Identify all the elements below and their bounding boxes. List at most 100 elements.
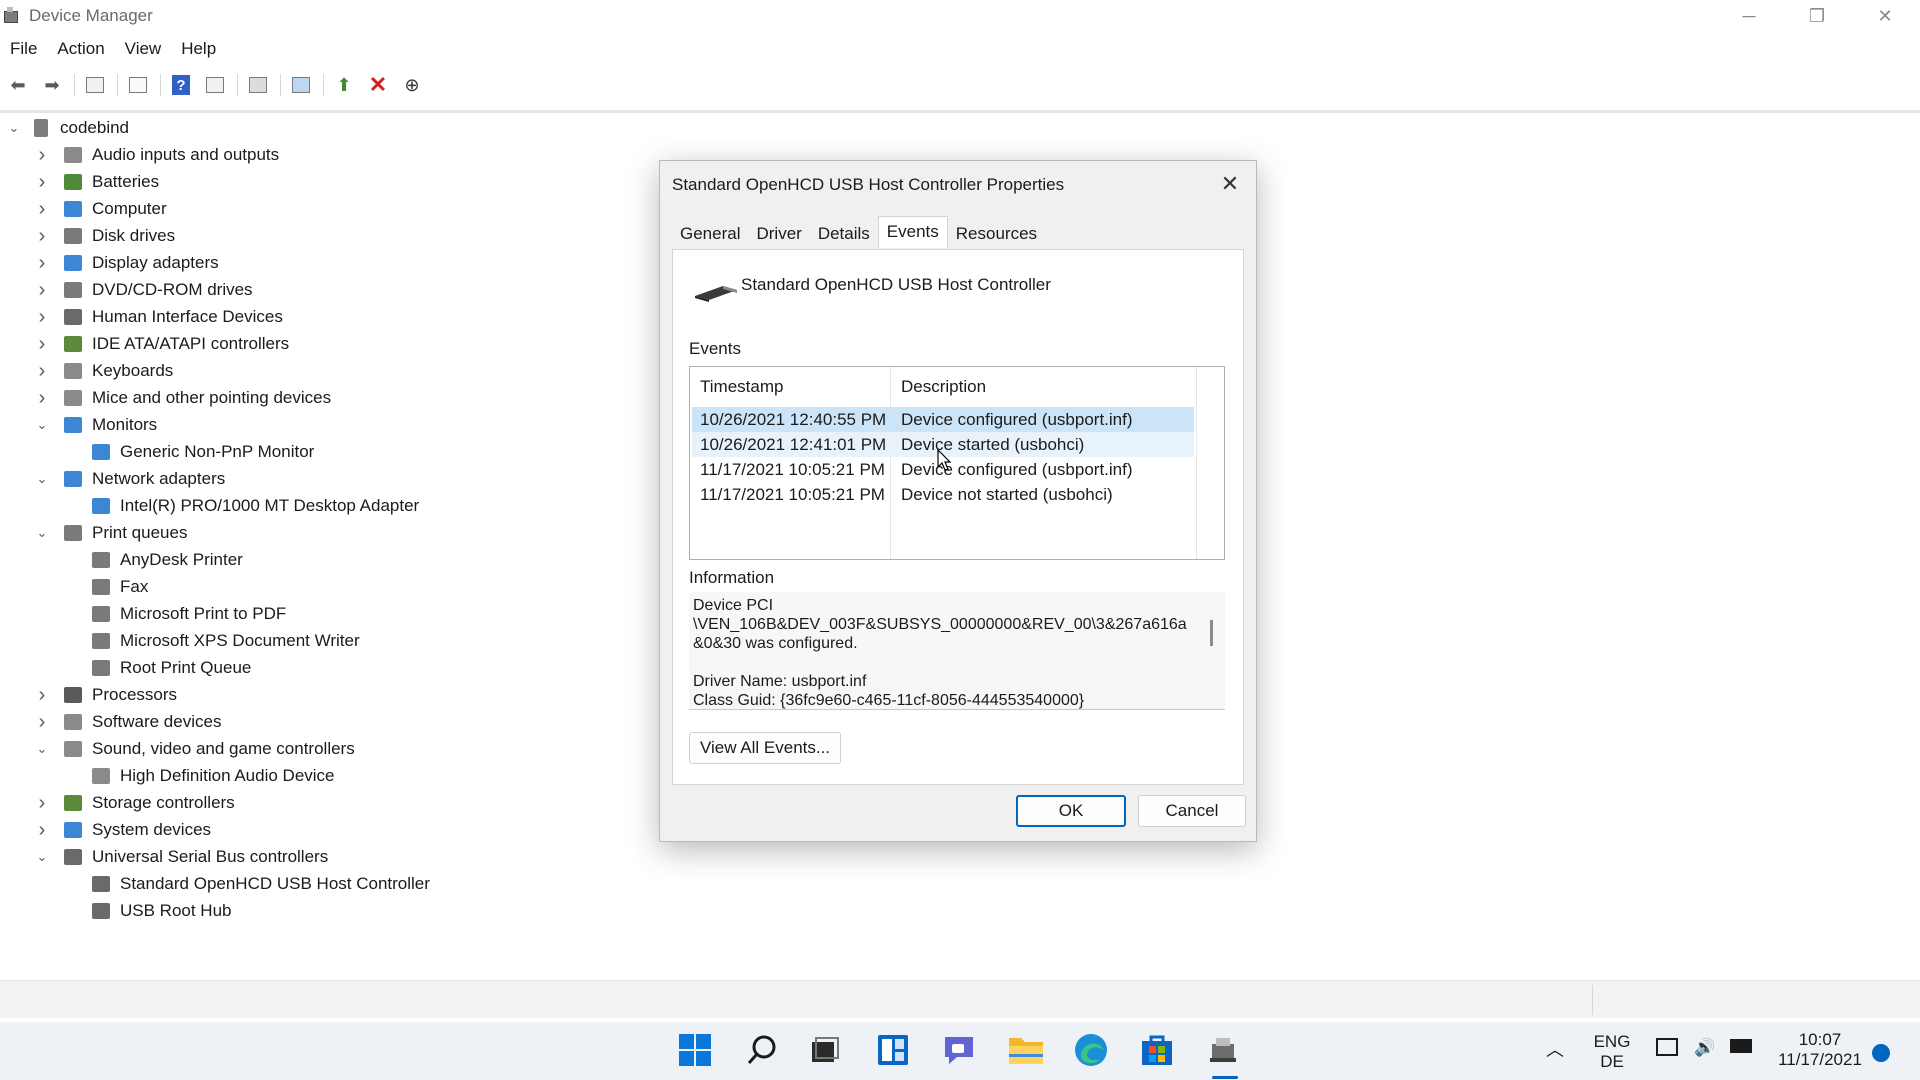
chevron-right-icon[interactable]: › (34, 360, 50, 382)
chevron-right-icon[interactable]: › (34, 306, 50, 328)
chat-button[interactable] (939, 1030, 979, 1070)
chevron-right-icon[interactable]: › (34, 333, 50, 355)
menu-view[interactable]: View (115, 39, 172, 59)
chevron-right-icon[interactable]: › (34, 144, 50, 166)
tree-item[interactable]: › Human Interface Devices (34, 304, 283, 330)
information-scrollbar[interactable] (1210, 620, 1213, 646)
tree-item[interactable]: › System devices (34, 817, 211, 843)
edge-button[interactable] (1071, 1030, 1111, 1070)
forward-button[interactable]: ➡ (38, 71, 66, 99)
tree-item[interactable]: Intel(R) PRO/1000 MT Desktop Adapter (62, 493, 419, 519)
dialog-close-button[interactable]: ✕ (1212, 167, 1248, 201)
show-hidden-icons-button[interactable]: ︿ (1546, 1040, 1564, 1060)
tree-item[interactable]: › Keyboards (34, 358, 174, 384)
tree-item[interactable]: › Disk drives (34, 223, 175, 249)
search-button[interactable] (742, 1030, 782, 1070)
uninstall-device-button[interactable]: ✕ (364, 71, 392, 99)
tab-resources[interactable]: Resources (948, 219, 1045, 249)
enable-device-button[interactable]: ⊕ (398, 71, 426, 99)
tree-item[interactable]: Fax (62, 574, 148, 600)
tree-item[interactable]: AnyDesk Printer (62, 547, 243, 573)
tree-item[interactable]: USB Root Hub (62, 898, 232, 924)
column-header-description[interactable]: Description (901, 377, 986, 397)
events-list[interactable]: Timestamp Description 10/26/2021 12:40:5… (689, 366, 1225, 560)
menu-action[interactable]: Action (47, 39, 114, 59)
scan-hardware-button[interactable] (287, 71, 315, 99)
show-hide-console-tree-button[interactable] (81, 71, 109, 99)
view-all-events-button[interactable]: View All Events... (689, 732, 841, 764)
chevron-right-icon[interactable]: › (34, 711, 50, 733)
chevron-down-icon[interactable]: ⌄ (34, 417, 50, 433)
tree-item[interactable]: ⌄ Print queues (34, 520, 188, 546)
maximize-button[interactable]: ❐ (1784, 0, 1850, 32)
chevron-right-icon[interactable]: › (34, 792, 50, 814)
tree-item[interactable]: Microsoft Print to PDF (62, 601, 286, 627)
tree-item[interactable]: › Display adapters (34, 250, 219, 276)
tab-details[interactable]: Details (810, 219, 878, 249)
chevron-right-icon[interactable]: › (34, 252, 50, 274)
chevron-right-icon[interactable]: › (34, 198, 50, 220)
volume-tray-button[interactable]: 🔊 (1694, 1038, 1715, 1058)
task-view-button[interactable] (805, 1030, 845, 1070)
event-row[interactable]: 11/17/2021 10:05:21 PM Device not starte… (692, 482, 1194, 507)
notification-badge[interactable] (1872, 1044, 1890, 1062)
tree-item[interactable]: › Software devices (34, 709, 222, 735)
update-driver-button[interactable]: ⬆ (330, 71, 358, 99)
tree-item[interactable]: Standard OpenHCD USB Host Controller (62, 871, 430, 897)
back-button[interactable]: ⬅ (4, 71, 32, 99)
minimize-button[interactable]: ─ (1716, 0, 1782, 32)
tab-driver[interactable]: Driver (748, 219, 809, 249)
tree-item[interactable]: › Batteries (34, 169, 159, 195)
chevron-right-icon[interactable]: › (34, 819, 50, 841)
store-button[interactable] (1137, 1030, 1177, 1070)
event-row[interactable]: 10/26/2021 12:40:55 PM Device configured… (692, 407, 1194, 432)
chevron-down-icon[interactable]: ⌄ (6, 120, 22, 136)
ok-button[interactable]: OK (1016, 795, 1126, 827)
device-manager-taskbar-button[interactable] (1203, 1030, 1243, 1070)
tab-events[interactable]: Events (877, 216, 948, 248)
tree-root[interactable]: ⌄ codebind (6, 115, 129, 141)
chevron-right-icon[interactable]: › (34, 171, 50, 193)
file-explorer-button[interactable] (1006, 1030, 1046, 1070)
tree-item[interactable]: ⌄ Network adapters (34, 466, 226, 492)
tree-item[interactable]: › Computer (34, 196, 167, 222)
chevron-right-icon[interactable]: › (34, 279, 50, 301)
tree-item[interactable]: ⌄ Monitors (34, 412, 158, 438)
menu-file[interactable]: File (0, 39, 47, 59)
cancel-button[interactable]: Cancel (1138, 795, 1246, 827)
language-indicator[interactable]: ENG DE (1592, 1032, 1632, 1072)
widgets-button[interactable] (873, 1030, 913, 1070)
chevron-down-icon[interactable]: ⌄ (34, 849, 50, 865)
print-button[interactable] (244, 71, 272, 99)
chevron-right-icon[interactable]: › (34, 684, 50, 706)
tree-item[interactable]: ⌄ Sound, video and game controllers (34, 736, 355, 762)
tree-item[interactable]: Root Print Queue (62, 655, 251, 681)
tree-item[interactable]: Microsoft XPS Document Writer (62, 628, 360, 654)
tree-item[interactable]: › DVD/CD-ROM drives (34, 277, 253, 303)
start-button[interactable] (675, 1030, 715, 1070)
tree-item[interactable]: ⌄ Universal Serial Bus controllers (34, 844, 329, 870)
tree-item[interactable]: › Storage controllers (34, 790, 235, 816)
chevron-right-icon[interactable]: › (34, 387, 50, 409)
tab-general[interactable]: General (672, 219, 748, 249)
clock[interactable]: 10:07 11/17/2021 (1772, 1030, 1868, 1070)
tree-item[interactable]: › Audio inputs and outputs (34, 142, 280, 168)
menu-help[interactable]: Help (171, 39, 226, 59)
column-header-timestamp[interactable]: Timestamp (700, 377, 783, 397)
tree-item[interactable]: › Processors (34, 682, 177, 708)
chevron-down-icon[interactable]: ⌄ (34, 525, 50, 541)
information-textbox[interactable]: Device PCI \VEN_106B&DEV_003F&SUBSYS_000… (689, 592, 1225, 710)
help-button[interactable]: ? (167, 71, 195, 99)
tree-item[interactable]: High Definition Audio Device (62, 763, 335, 789)
tree-item[interactable]: › Mice and other pointing devices (34, 385, 331, 411)
power-tray-button[interactable] (1730, 1038, 1752, 1058)
network-tray-button[interactable] (1656, 1038, 1678, 1061)
chevron-down-icon[interactable]: ⌄ (34, 741, 50, 757)
action-pane-button[interactable] (201, 71, 229, 99)
close-window-button[interactable]: ✕ (1852, 0, 1918, 32)
tree-item[interactable]: Generic Non-PnP Monitor (62, 439, 314, 465)
chevron-down-icon[interactable]: ⌄ (34, 471, 50, 487)
properties-button[interactable] (124, 71, 152, 99)
chevron-right-icon[interactable]: › (34, 225, 50, 247)
tree-item[interactable]: › IDE ATA/ATAPI controllers (34, 331, 289, 357)
